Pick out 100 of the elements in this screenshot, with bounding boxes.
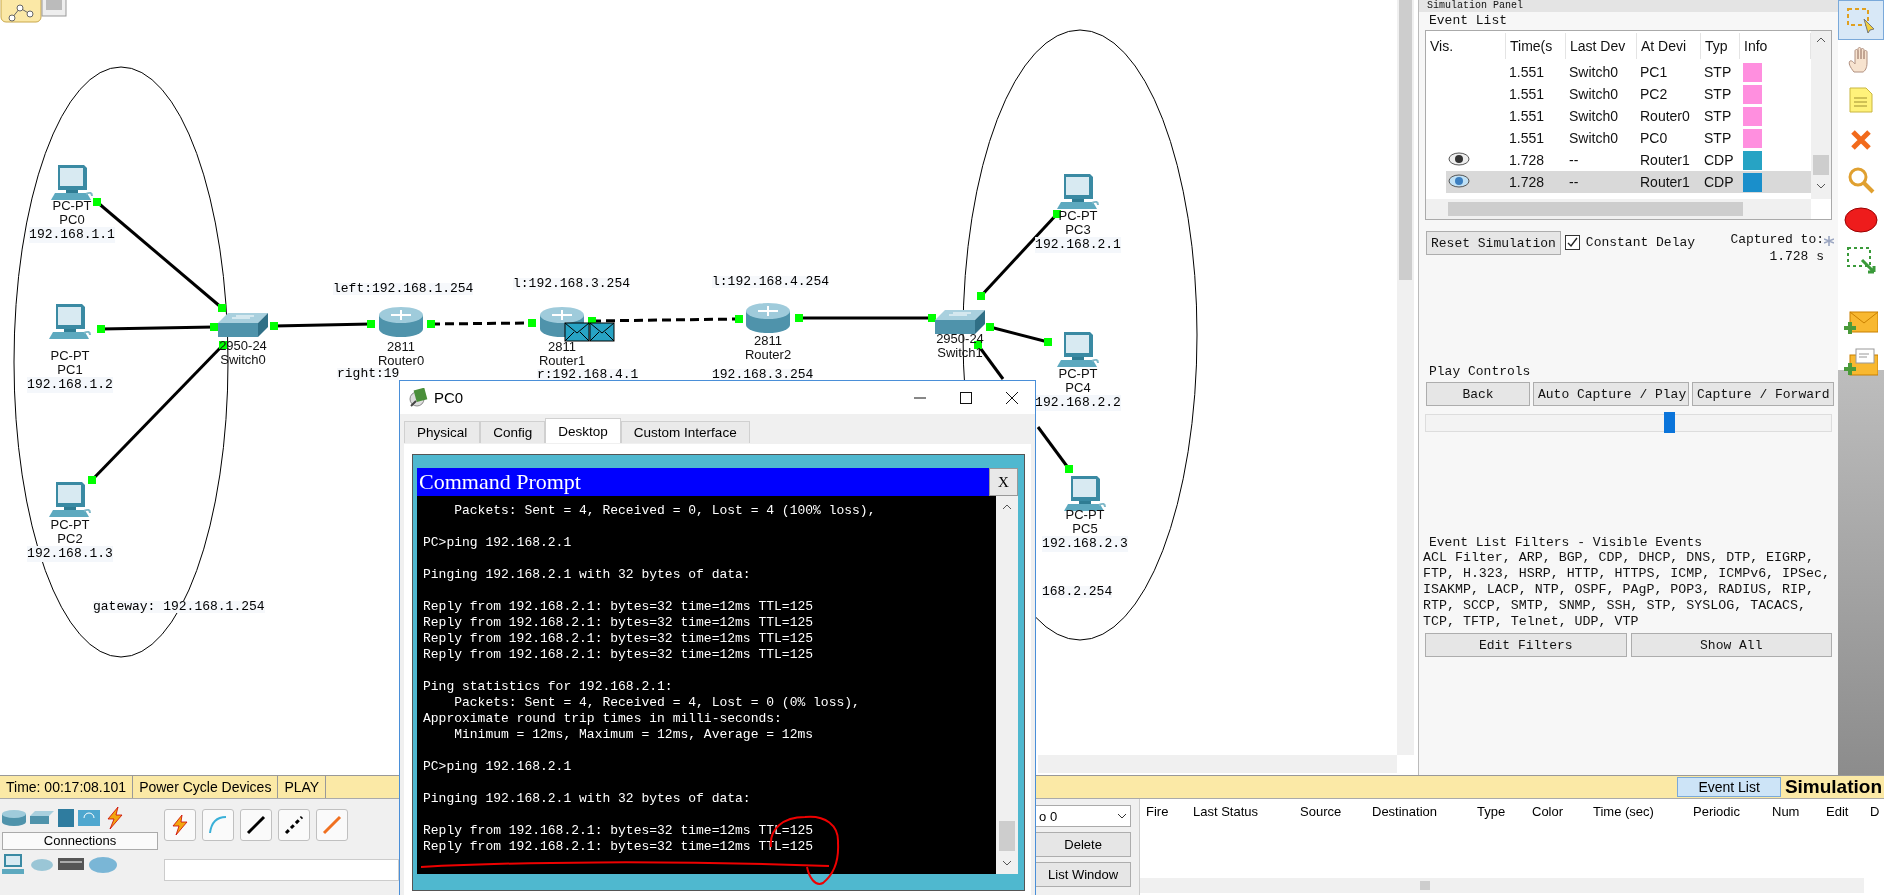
pc-window-icon — [408, 387, 428, 408]
computer-icon[interactable] — [2, 854, 26, 874]
list-window-button[interactable]: List Window — [1035, 862, 1132, 887]
connection-type-button[interactable] — [239, 809, 272, 841]
event-row[interactable]: 1.551 Switch0 Router0 STP — [1426, 105, 1811, 127]
horizontal-scrollbar[interactable] — [1140, 878, 1864, 893]
network-link[interactable] — [588, 315, 743, 325]
event-row[interactable]: 1.551 Switch0 PC1 STP — [1426, 61, 1811, 83]
column-header[interactable]: Edit — [1820, 803, 1864, 819]
logical-view-icon[interactable] — [0, 0, 42, 23]
checkbox[interactable] — [1564, 235, 1580, 250]
scroll-up-icon[interactable] — [1002, 504, 1012, 510]
info-color-swatch[interactable] — [1743, 84, 1762, 104]
network-link[interactable] — [97, 323, 218, 333]
column-header[interactable]: Fire — [1140, 803, 1187, 819]
window-tab[interactable]: Desktop — [545, 418, 621, 443]
column-header[interactable]: Source — [1294, 803, 1366, 819]
network-link[interactable] — [986, 323, 1052, 346]
horizontal-scrollbar[interactable] — [1426, 199, 1811, 219]
column-header[interactable]: Vis. — [1426, 33, 1506, 59]
computer-icon[interactable] — [1057, 332, 1099, 367]
window-tab[interactable]: Config — [480, 421, 546, 443]
computer-icon[interactable] — [49, 482, 91, 517]
column-header[interactable]: Time (sec) — [1587, 803, 1687, 819]
device-name-label: PC2 — [57, 532, 83, 546]
device-model-label: PC-PT — [52, 199, 92, 213]
window-tab[interactable]: Physical — [404, 421, 481, 443]
network-link[interactable] — [427, 319, 536, 328]
column-header[interactable]: At Devi — [1637, 33, 1701, 59]
computer-icon[interactable] — [1064, 476, 1106, 511]
device-model-label: 2950-24 — [936, 332, 984, 346]
column-header[interactable]: Time(s — [1506, 33, 1566, 59]
computer-icon[interactable] — [1057, 174, 1099, 209]
event-row[interactable]: 1.728 -- Router1 CDP — [1446, 171, 1811, 193]
vertical-scrollbar[interactable] — [1811, 31, 1831, 199]
network-link[interactable] — [270, 320, 375, 330]
column-header[interactable]: Typ — [1701, 33, 1740, 59]
info-color-swatch[interactable] — [1743, 62, 1762, 82]
device-model-label: PC-PT — [1058, 367, 1098, 381]
info-color-swatch[interactable] — [1743, 128, 1762, 148]
computer-icon[interactable] — [49, 304, 91, 339]
column-header[interactable]: Type — [1471, 803, 1526, 819]
connection-type-button[interactable] — [277, 809, 310, 841]
note-icon — [1848, 86, 1874, 114]
wireless-icon[interactable] — [78, 810, 100, 826]
envelope-icon[interactable] — [589, 322, 615, 342]
column-header[interactable]: Color — [1526, 803, 1587, 819]
power-cycle-button[interactable]: Power Cycle Devices — [133, 776, 279, 798]
scroll-thumb[interactable] — [999, 821, 1015, 851]
play-label[interactable]: PLAY — [278, 776, 327, 798]
event-row[interactable]: 1.551 Switch0 PC2 STP — [1426, 83, 1811, 105]
column-header[interactable]: Last Status — [1187, 803, 1294, 819]
type-cell-text: CDP — [1703, 152, 1735, 168]
scroll-up-icon[interactable] — [1816, 37, 1826, 43]
switch-icon[interactable] — [218, 313, 268, 337]
server-icon[interactable] — [58, 856, 84, 872]
scroll-thumb[interactable] — [1420, 881, 1430, 890]
computer-icon[interactable] — [51, 165, 93, 200]
info-color-swatch[interactable] — [1743, 106, 1762, 126]
switch-icon[interactable] — [30, 811, 54, 825]
time-cell-text: 1.728 — [1508, 152, 1546, 168]
column-header[interactable]: Destination — [1366, 803, 1471, 819]
device-name-label: PC0 — [59, 213, 85, 227]
info-color-swatch[interactable] — [1743, 150, 1762, 170]
column-header[interactable]: Last Dev — [1566, 33, 1637, 59]
info-color-swatch[interactable] — [1743, 172, 1762, 192]
event-row[interactable]: 1.728 -- Router1 CDP — [1426, 149, 1811, 171]
column-header[interactable]: D — [1864, 803, 1884, 819]
time-cell-text: 1.551 — [1508, 86, 1546, 102]
scroll-thumb[interactable] — [1399, 0, 1412, 280]
event-list-button[interactable]: Event List — [1677, 777, 1781, 797]
speed-slider[interactable] — [1425, 414, 1832, 432]
filter-button[interactable]: Show All — [1630, 633, 1832, 657]
vertical-scrollbar[interactable] — [1397, 0, 1414, 755]
mode-label[interactable]: Simulation — [1784, 776, 1884, 798]
vertical-scrollbar[interactable] — [996, 496, 1018, 874]
envelope-icon[interactable] — [564, 322, 590, 342]
filter-list-text: ACL Filter, ARP, BGP, CDP, DHCP, DNS, DTP, EIGRP, FTP, H.323, HSRP, HTTP, HTTPS, ICMP, ICMPv6, IPSec, ISAKMP, LACP, NTP, OSPF, PAgP, POP3, RADIUS, RIP, RTP, SCCP, SMTP, SNMP, SSH, STP, SYSLOG, TACACS, TCP, TFTP, Telnet, UDP, VTP — [1422, 550, 1831, 630]
scenario-dropdown[interactable]: o 0 — [1035, 805, 1132, 827]
play-control-button[interactable]: Capture / Forward — [1692, 382, 1834, 406]
device-cell-text: Switch0 — [1568, 86, 1620, 102]
network-link[interactable] — [1036, 426, 1073, 473]
reset-simulation-button[interactable]: Reset Simulation — [1426, 231, 1561, 255]
scroll-thumb[interactable] — [1448, 202, 1743, 216]
lightning-icon[interactable] — [104, 807, 126, 829]
switch-icon[interactable] — [935, 310, 985, 334]
network-link[interactable] — [795, 314, 936, 322]
scroll-thumb[interactable] — [1813, 155, 1829, 175]
column-header[interactable]: Num — [1766, 803, 1820, 819]
event-row[interactable]: 1.551 Switch0 PC0 STP — [1426, 127, 1811, 149]
slider-thumb[interactable] — [1664, 412, 1675, 433]
filter-button[interactable]: Edit Filters — [1425, 633, 1627, 657]
column-header[interactable]: Periodic — [1687, 803, 1766, 819]
delete-button[interactable]: Delete — [1035, 832, 1132, 857]
play-control-button[interactable]: Auto Capture / Play — [1533, 382, 1689, 406]
window-tab[interactable]: Custom Interface — [620, 421, 750, 443]
play-control-button[interactable]: Back — [1426, 382, 1530, 406]
close-button[interactable]: X — [989, 468, 1018, 496]
scroll-down-icon[interactable] — [1816, 183, 1826, 189]
scroll-down-icon[interactable] — [1002, 860, 1012, 866]
